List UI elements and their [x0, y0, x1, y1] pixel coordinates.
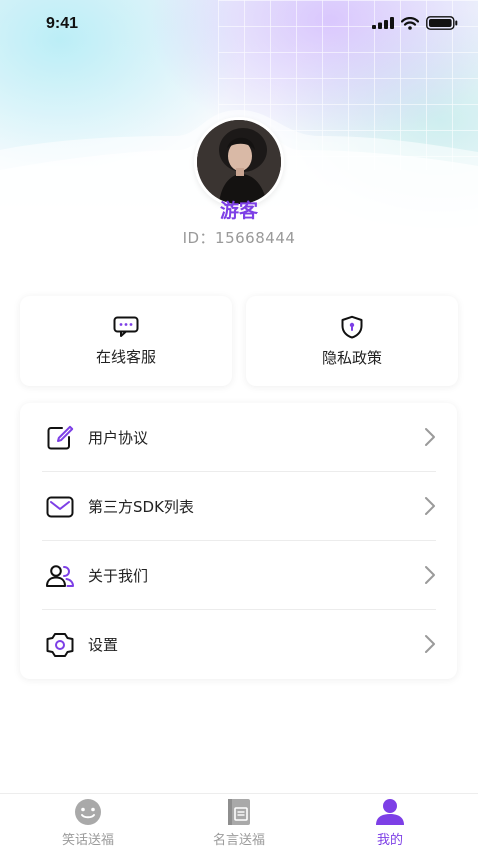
menu-item-settings[interactable]: 设置: [42, 610, 436, 679]
mail-icon: [45, 492, 75, 522]
user-id: ID：15668444: [182, 229, 296, 247]
privacy-policy-label: 隐私政策: [321, 348, 382, 367]
chevron-right-icon: [425, 428, 435, 446]
nickname: 游客: [219, 200, 258, 222]
smiley-icon: [75, 799, 101, 825]
menu-label-about-us: 关于我们: [88, 567, 149, 585]
chat-bubble-icon: [113, 316, 139, 337]
avatar-photo: [197, 120, 281, 204]
book-icon: [228, 799, 250, 825]
chevron-right-icon: [425, 497, 435, 515]
online-service-label: 在线客服: [95, 347, 156, 366]
menu-label-settings: 设置: [88, 636, 119, 654]
avatar[interactable]: [194, 117, 284, 207]
status-bar: 9:41: [0, 0, 478, 50]
tab-mine[interactable]: 我的: [330, 798, 450, 848]
tab-quotes[interactable]: 名言送福: [179, 798, 299, 848]
tab-label-quotes: 名言送福: [212, 833, 265, 848]
tab-label-mine: 我的: [376, 833, 403, 848]
signal-icon: [372, 17, 394, 29]
status-time: 9:41: [46, 15, 79, 32]
settings-menu: 用户协议 第三方SDK列表 关于我们 设置: [20, 403, 457, 679]
shield-lock-icon: [341, 315, 363, 338]
menu-label-sdk-list: 第三方SDK列表: [88, 498, 194, 516]
menu-item-about-us[interactable]: 关于我们: [42, 541, 436, 610]
online-service-card[interactable]: 在线客服: [20, 296, 232, 386]
tab-jokes[interactable]: 笑话送福: [28, 798, 148, 848]
user-icon: [376, 799, 404, 825]
wifi-icon: [401, 16, 419, 30]
privacy-policy-card[interactable]: 隐私政策: [246, 296, 458, 386]
tab-bar: 笑话送福 名言送福 我的: [0, 793, 478, 850]
menu-item-user-agreement[interactable]: 用户协议: [42, 403, 436, 472]
chevron-right-icon: [425, 566, 435, 584]
menu-item-sdk-list[interactable]: 第三方SDK列表: [42, 472, 436, 541]
settings-icon: [45, 630, 75, 660]
edit-icon: [45, 423, 75, 453]
users-icon: [45, 561, 75, 591]
chevron-right-icon: [425, 635, 435, 653]
menu-label-user-agreement: 用户协议: [88, 429, 149, 447]
battery-icon: [426, 16, 458, 30]
tab-label-jokes: 笑话送福: [61, 833, 114, 848]
status-icons: [372, 16, 458, 30]
